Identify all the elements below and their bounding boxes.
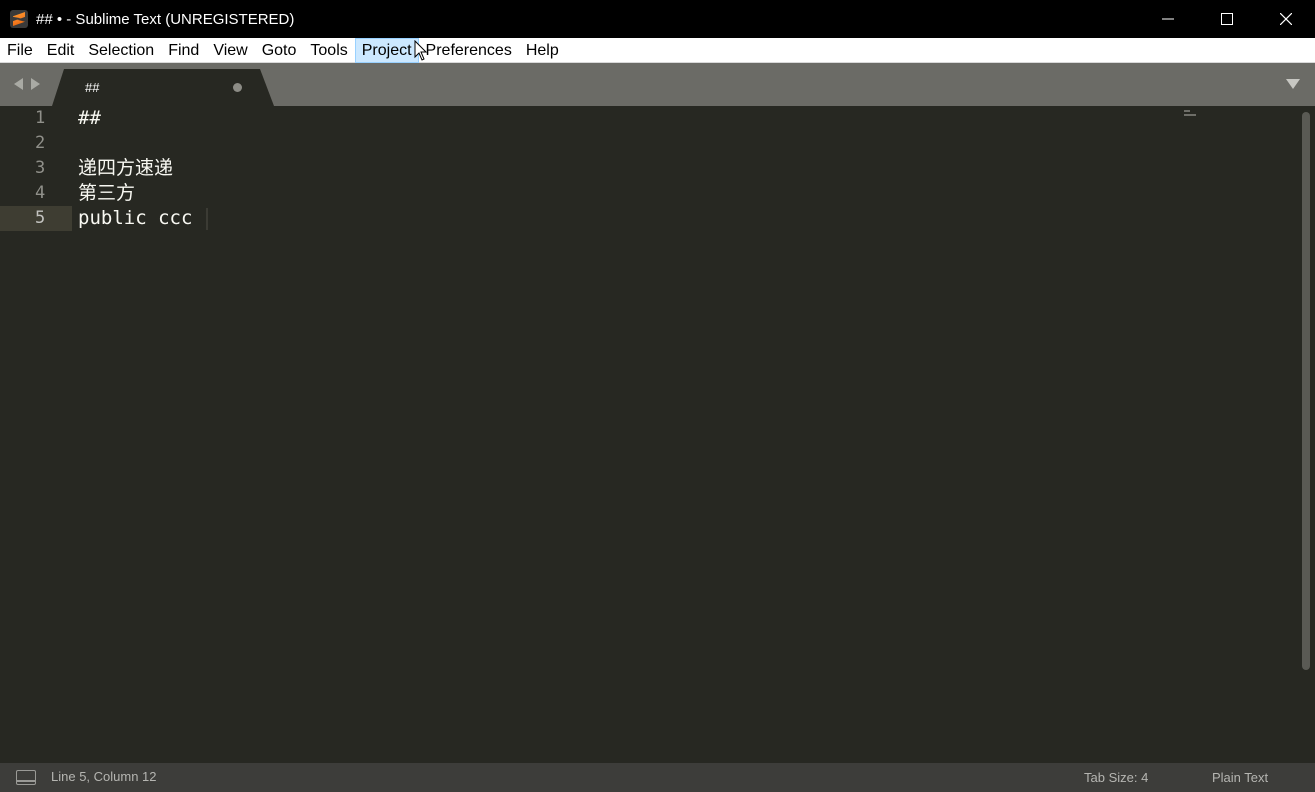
minimize-button[interactable]: [1138, 0, 1197, 38]
close-button[interactable]: [1256, 0, 1315, 38]
title-bar: ## • - Sublime Text (UNREGISTERED): [0, 0, 1315, 38]
tab-prev-icon[interactable]: [14, 78, 23, 90]
minimap[interactable]: [1184, 110, 1196, 120]
menu-goto[interactable]: Goto: [255, 38, 304, 63]
menu-help[interactable]: Help: [519, 38, 566, 63]
menu-view[interactable]: View: [206, 38, 254, 63]
line-number: 2: [35, 133, 46, 153]
line-number: 3: [35, 158, 46, 178]
cursor-position[interactable]: Line 5, Column 12: [51, 769, 157, 784]
status-bar: Line 5, Column 12 Tab Size: 4 Plain Text: [0, 763, 1315, 792]
code-line-current: 5 public ccc: [0, 206, 1298, 231]
menu-find[interactable]: Find: [161, 38, 206, 63]
window-title: ## • - Sublime Text (UNREGISTERED): [36, 10, 295, 28]
tab-size-indicator[interactable]: Tab Size: 4: [1084, 770, 1148, 785]
tab-next-icon[interactable]: [31, 78, 40, 90]
menu-selection[interactable]: Selection: [81, 38, 161, 63]
syntax-indicator[interactable]: Plain Text: [1212, 770, 1268, 785]
sublime-text-logo-icon: [10, 10, 28, 28]
vertical-scrollbar[interactable]: [1302, 112, 1310, 757]
panel-toggle-icon[interactable]: [16, 770, 36, 785]
text-caret: [206, 208, 208, 230]
menu-file[interactable]: File: [0, 38, 40, 63]
line-text[interactable]: public ccc: [78, 206, 192, 231]
line-number: 1: [35, 108, 46, 128]
maximize-icon: [1220, 13, 1233, 25]
mouse-pointer-icon: [414, 40, 428, 61]
tab-label: ##: [85, 80, 100, 95]
line-text[interactable]: ##: [78, 106, 101, 131]
code-line: 2: [0, 131, 1298, 156]
scrollbar-thumb[interactable]: [1302, 112, 1310, 670]
maximize-button[interactable]: [1197, 0, 1256, 38]
menu-preferences[interactable]: Preferences: [419, 38, 519, 63]
line-number: 4: [35, 183, 46, 203]
tab-file[interactable]: ##: [52, 69, 274, 106]
menu-edit[interactable]: Edit: [40, 38, 82, 63]
line-number: 5: [0, 206, 72, 231]
code-line: 4 第三方: [0, 181, 1298, 206]
line-text[interactable]: 递四方速递: [78, 156, 173, 181]
menu-bar: File Edit Selection Find View Goto Tools…: [0, 37, 1315, 63]
code-line: 1 ##: [0, 106, 1298, 131]
close-icon: [1279, 13, 1292, 25]
line-text[interactable]: 第三方: [78, 181, 135, 206]
editor-area[interactable]: 1 ## 2 3 递四方速递 4 第三方 5 public ccc: [0, 106, 1315, 763]
unsaved-dot-icon[interactable]: [233, 83, 242, 92]
window-controls: [1138, 0, 1315, 38]
tab-bar: ##: [0, 63, 1315, 106]
tab-navigation: [14, 78, 40, 90]
minimize-icon: [1161, 18, 1174, 20]
code-line: 3 递四方速递: [0, 156, 1298, 181]
menu-project[interactable]: Project: [354, 37, 419, 63]
menu-tools[interactable]: Tools: [303, 38, 354, 63]
tab-list-dropdown-icon[interactable]: [1286, 79, 1300, 89]
